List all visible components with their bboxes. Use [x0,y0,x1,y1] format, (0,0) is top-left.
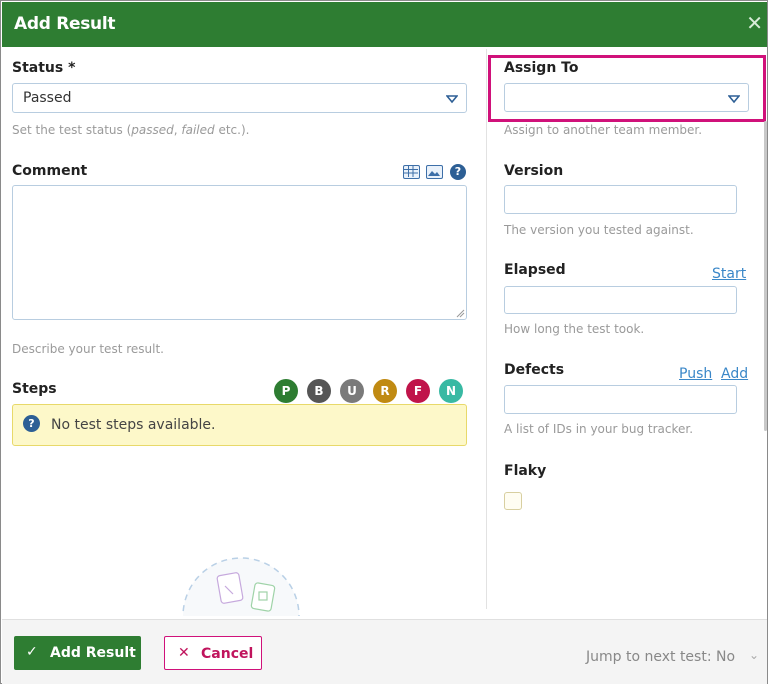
close-icon: ✕ [178,645,190,661]
flaky-label: Flaky [504,463,547,479]
elapsed-start-link[interactable]: Start [712,266,746,282]
status-label: Status * [12,60,75,76]
version-label: Version [504,163,564,179]
chevron-down-icon: ⌄ [749,648,760,662]
step-status-failed-button[interactable]: F [406,379,430,403]
assign-to-highlight [488,55,766,122]
empty-state-illustration-icon [181,556,301,616]
elapsed-hint: How long the test took. [504,322,645,336]
comment-hint: Describe your test result. [12,342,164,356]
defects-input[interactable] [504,385,737,414]
defects-hint: A list of IDs in your bug tracker. [504,422,694,436]
help-icon: ? [23,415,40,432]
dialog-title: Add Result [14,14,116,34]
image-icon[interactable] [426,165,443,179]
chevron-down-icon [446,95,458,104]
version-input[interactable] [504,185,737,214]
cancel-button-label: Cancel [201,646,254,662]
help-icon[interactable]: ? [450,164,466,180]
step-status-blocked-button[interactable]: B [307,379,331,403]
step-status-not-applicable-button[interactable]: N [439,379,463,403]
defects-label: Defects [504,362,565,378]
add-result-button-label: Add Result [50,645,136,661]
step-status-retest-button[interactable]: R [373,379,397,403]
add-result-button[interactable]: ✓ Add Result [14,636,141,670]
table-icon[interactable] [403,165,420,179]
assign-to-hint: Assign to another team member. [504,123,703,137]
steps-label: Steps [12,381,57,397]
elapsed-label: Elapsed [504,262,566,278]
close-icon[interactable]: ✕ [746,10,763,36]
checkmark-icon: ✓ [26,644,38,660]
required-mark: * [68,60,76,76]
comment-textarea[interactable] [12,185,467,320]
status-label-text: Status [12,60,64,76]
status-selected-value: Passed [23,90,72,106]
steps-empty-text: No test steps available. [51,417,216,433]
steps-empty-notice: ? No test steps available. [12,404,467,446]
jump-to-next-toggle[interactable]: Jump to next test: No [586,649,735,665]
flaky-checkbox[interactable] [504,492,522,510]
cancel-button[interactable]: ✕ Cancel [164,636,262,670]
elapsed-input[interactable] [504,286,737,314]
resize-handle-icon[interactable] [456,309,465,318]
status-select[interactable]: Passed [12,83,467,113]
add-result-dialog: Add Result ✕ Status * Passed Set the tes… [0,0,768,684]
column-divider [486,49,487,609]
status-hint: Set the test status (passed, failed etc.… [12,123,250,137]
version-hint: The version you tested against. [504,223,694,237]
defects-push-link[interactable]: Push [679,366,712,382]
step-status-passed-button[interactable]: P [274,379,298,403]
comment-label: Comment [12,163,88,179]
scrollbar[interactable] [764,121,767,431]
dialog-titlebar: Add Result ✕ [2,2,767,47]
defects-add-link[interactable]: Add [721,366,748,382]
step-status-untested-button[interactable]: U [340,379,364,403]
